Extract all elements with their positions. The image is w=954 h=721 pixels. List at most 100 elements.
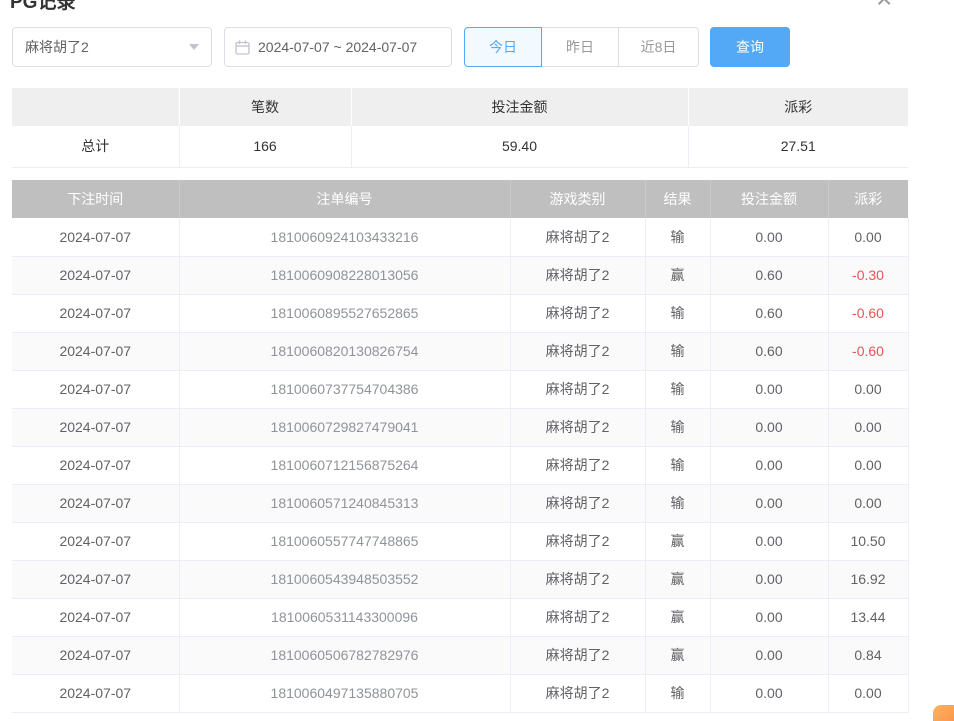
payout-cell: -0.60 bbox=[828, 294, 908, 332]
filter-bar: 麻将胡了2 2024-07-07 ~ 2024-07-07 今日 昨日 近8日 … bbox=[12, 27, 790, 67]
customer-service-widget[interactable] bbox=[933, 705, 954, 721]
bet-amount-cell: 0.60 bbox=[710, 256, 828, 294]
game-type-cell: 麻将胡了2 bbox=[510, 636, 645, 674]
search-button[interactable]: 查询 bbox=[710, 27, 790, 67]
summary-header-count: 笔数 bbox=[179, 88, 351, 126]
result-cell: 赢 bbox=[645, 636, 710, 674]
game-type-cell: 麻将胡了2 bbox=[510, 674, 645, 712]
header-bet-amount: 投注金额 bbox=[710, 180, 828, 218]
result-cell: 输 bbox=[645, 446, 710, 484]
result-cell: 输 bbox=[645, 484, 710, 522]
game-type-cell: 麻将胡了2 bbox=[510, 560, 645, 598]
payout-cell: -0.60 bbox=[828, 332, 908, 370]
summary-total-count: 166 bbox=[179, 126, 351, 167]
header-game-type: 游戏类别 bbox=[510, 180, 645, 218]
bet-id-cell: 1810060531143300096 bbox=[179, 598, 510, 636]
quick-button-today[interactable]: 今日 bbox=[464, 27, 542, 67]
result-cell: 输 bbox=[645, 408, 710, 446]
bet-time-cell: 2024-07-07 bbox=[12, 370, 179, 408]
close-icon[interactable]: × bbox=[876, 0, 892, 13]
payout-cell: 13.44 bbox=[828, 598, 908, 636]
chevron-down-icon bbox=[189, 44, 199, 50]
table-row: 2024-07-071810060557747748865麻将胡了2赢0.001… bbox=[12, 522, 908, 560]
game-type-cell: 麻将胡了2 bbox=[510, 218, 645, 256]
bet-amount-cell: 0.00 bbox=[710, 560, 828, 598]
quick-button-last8days[interactable]: 近8日 bbox=[618, 27, 699, 67]
records-modal: PG记录 × 麻将胡了2 2024-07-07 ~ 2024-07-07 今日 … bbox=[0, 0, 954, 721]
bet-time-cell: 2024-07-07 bbox=[12, 256, 179, 294]
bet-amount-cell: 0.00 bbox=[710, 370, 828, 408]
result-cell: 赢 bbox=[645, 598, 710, 636]
bet-amount-cell: 0.00 bbox=[710, 522, 828, 560]
game-type-cell: 麻将胡了2 bbox=[510, 446, 645, 484]
table-row: 2024-07-071810060729827479041麻将胡了2输0.000… bbox=[12, 408, 908, 446]
bet-id-cell: 1810060712156875264 bbox=[179, 446, 510, 484]
bet-amount-cell: 0.00 bbox=[710, 484, 828, 522]
bet-id-cell: 1810060737754704386 bbox=[179, 370, 510, 408]
bet-table-header-row: 下注时间 注单编号 游戏类别 结果 投注金额 派彩 bbox=[12, 180, 908, 218]
header-payout: 派彩 bbox=[828, 180, 908, 218]
bet-id-cell: 1810060543948503552 bbox=[179, 560, 510, 598]
bet-amount-cell: 0.00 bbox=[710, 218, 828, 256]
game-select-value: 麻将胡了2 bbox=[25, 37, 89, 57]
bet-time-cell: 2024-07-07 bbox=[12, 484, 179, 522]
bet-amount-cell: 0.60 bbox=[710, 294, 828, 332]
bet-amount-cell: 0.00 bbox=[710, 408, 828, 446]
result-cell: 赢 bbox=[645, 256, 710, 294]
game-type-cell: 麻将胡了2 bbox=[510, 370, 645, 408]
bet-time-cell: 2024-07-07 bbox=[12, 332, 179, 370]
bet-amount-cell: 0.00 bbox=[710, 446, 828, 484]
payout-cell: -0.30 bbox=[828, 256, 908, 294]
result-cell: 输 bbox=[645, 218, 710, 256]
summary-total-payout: 27.51 bbox=[688, 126, 908, 167]
calendar-icon bbox=[235, 40, 250, 55]
bet-records-table: 下注时间 注单编号 游戏类别 结果 投注金额 派彩 2024-07-071810… bbox=[12, 180, 909, 713]
date-range-picker[interactable]: 2024-07-07 ~ 2024-07-07 bbox=[224, 27, 452, 67]
bet-id-cell: 1810060506782782976 bbox=[179, 636, 510, 674]
payout-cell: 0.00 bbox=[828, 484, 908, 522]
result-cell: 输 bbox=[645, 294, 710, 332]
bet-amount-cell: 0.00 bbox=[710, 674, 828, 712]
bet-amount-cell: 0.60 bbox=[710, 332, 828, 370]
table-row: 2024-07-071810060543948503552麻将胡了2赢0.001… bbox=[12, 560, 908, 598]
summary-header-bet-amount: 投注金额 bbox=[351, 88, 688, 126]
table-row: 2024-07-071810060571240845313麻将胡了2输0.000… bbox=[12, 484, 908, 522]
payout-cell: 0.00 bbox=[828, 446, 908, 484]
bet-id-cell: 1810060497135880705 bbox=[179, 674, 510, 712]
quick-button-yesterday[interactable]: 昨日 bbox=[541, 27, 619, 67]
table-row: 2024-07-071810060531143300096麻将胡了2赢0.001… bbox=[12, 598, 908, 636]
summary-header-row: 笔数 投注金额 派彩 bbox=[12, 88, 908, 126]
result-cell: 输 bbox=[645, 674, 710, 712]
header-bet-id: 注单编号 bbox=[179, 180, 510, 218]
bet-time-cell: 2024-07-07 bbox=[12, 674, 179, 712]
game-type-cell: 麻将胡了2 bbox=[510, 332, 645, 370]
modal-title: PG记录 bbox=[10, 0, 75, 14]
payout-cell: 0.00 bbox=[828, 408, 908, 446]
table-row: 2024-07-071810060924103433216麻将胡了2输0.000… bbox=[12, 218, 908, 256]
bet-time-cell: 2024-07-07 bbox=[12, 522, 179, 560]
summary-header-payout: 派彩 bbox=[688, 88, 908, 126]
payout-cell: 10.50 bbox=[828, 522, 908, 560]
bet-time-cell: 2024-07-07 bbox=[12, 560, 179, 598]
table-row: 2024-07-071810060908228013056麻将胡了2赢0.60-… bbox=[12, 256, 908, 294]
summary-total-bet-amount: 59.40 bbox=[351, 126, 688, 167]
bet-amount-cell: 0.00 bbox=[710, 598, 828, 636]
game-type-cell: 麻将胡了2 bbox=[510, 598, 645, 636]
game-select[interactable]: 麻将胡了2 bbox=[12, 27, 212, 67]
bet-id-cell: 1810060908228013056 bbox=[179, 256, 510, 294]
date-range-value: 2024-07-07 ~ 2024-07-07 bbox=[258, 39, 417, 55]
result-cell: 赢 bbox=[645, 560, 710, 598]
game-type-cell: 麻将胡了2 bbox=[510, 522, 645, 560]
payout-cell: 0.84 bbox=[828, 636, 908, 674]
bet-time-cell: 2024-07-07 bbox=[12, 446, 179, 484]
bet-time-cell: 2024-07-07 bbox=[12, 598, 179, 636]
quick-range-group: 今日 昨日 近8日 bbox=[464, 27, 699, 67]
table-row: 2024-07-071810060820130826754麻将胡了2输0.60-… bbox=[12, 332, 908, 370]
table-row: 2024-07-071810060737754704386麻将胡了2输0.000… bbox=[12, 370, 908, 408]
summary-header-empty bbox=[12, 88, 179, 126]
bet-id-cell: 1810060729827479041 bbox=[179, 408, 510, 446]
summary-total-label: 总计 bbox=[12, 126, 179, 167]
summary-table: 笔数 投注金额 派彩 总计 166 59.40 27.51 bbox=[12, 88, 908, 168]
result-cell: 输 bbox=[645, 370, 710, 408]
payout-cell: 0.00 bbox=[828, 370, 908, 408]
